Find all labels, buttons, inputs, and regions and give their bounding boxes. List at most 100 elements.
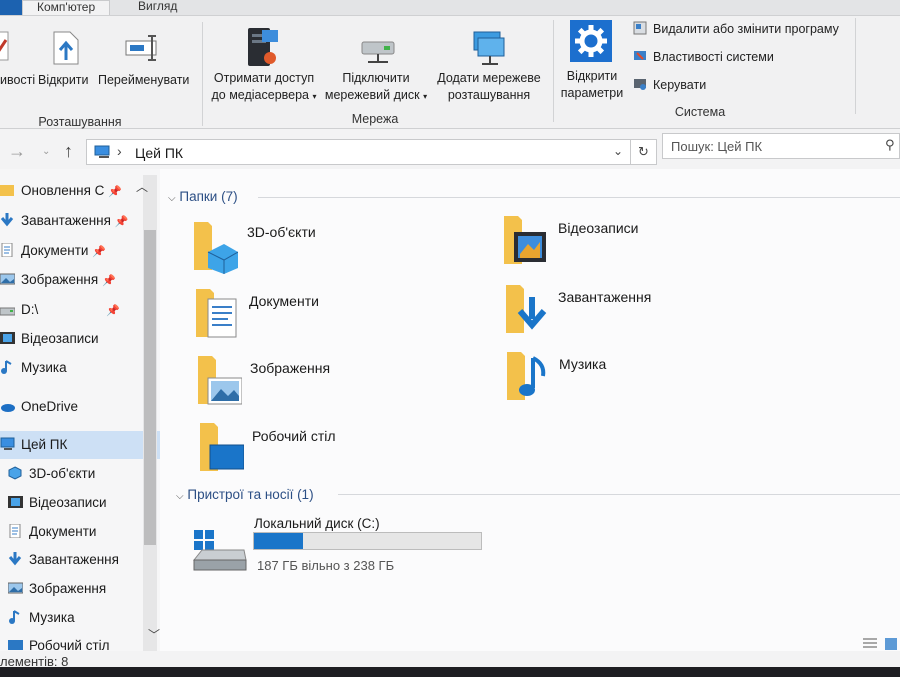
downloads-folder-icon <box>502 283 550 341</box>
ribbon-separator <box>855 18 856 114</box>
tab-computer[interactable]: Комп'ютер <box>22 0 111 16</box>
address-bar[interactable]: › Цей ПК ⌄ <box>86 139 631 165</box>
search-icon[interactable]: ⚲ <box>885 137 895 153</box>
map-drive-icon <box>360 36 400 66</box>
nav-item-downloads[interactable]: Завантаження <box>0 546 160 574</box>
folder-downloads[interactable]: Завантаження <box>502 283 802 343</box>
folder-documents[interactable]: Документи <box>192 285 492 345</box>
nav-label: Відеозаписи <box>29 495 107 510</box>
pictures-icon <box>7 577 24 594</box>
nav-item-videos[interactable]: Відеозаписи <box>0 489 160 517</box>
folders-group-header[interactable]: ⌵ Папки (7) <box>168 189 238 204</box>
documents-icon <box>8 520 23 539</box>
tab-view[interactable]: Вигляд <box>138 0 177 16</box>
pin-icon[interactable]: 📌 <box>92 246 106 258</box>
nav-item-documents-quick[interactable]: Документи 📌 <box>0 237 160 265</box>
add-network-line1: Додати мережеве <box>437 71 541 85</box>
manage-button[interactable]: Керувати <box>633 77 706 92</box>
breadcrumb-current[interactable]: Цей ПК <box>135 145 183 161</box>
folder-name: Робочий стіл <box>252 428 336 444</box>
large-icons-view-icon[interactable] <box>884 637 898 654</box>
nav-label: Музика <box>21 360 67 375</box>
open-settings-line1: Відкрити <box>566 69 618 83</box>
drive-usage-bar <box>253 532 482 550</box>
nav-item-documents[interactable]: Документи <box>0 518 160 546</box>
nav-item-this-pc[interactable]: Цей ПК <box>0 431 160 459</box>
drive-usage-fill <box>254 533 303 549</box>
nav-label: Робочий стіл <box>29 638 110 651</box>
nav-item-onedrive[interactable]: OneDrive <box>0 393 160 421</box>
properties-button[interactable]: ивості <box>0 72 35 89</box>
videos-icon <box>0 327 15 344</box>
search-input[interactable]: Пошук: Цей ПК ⚲ <box>662 133 900 159</box>
manage-label: Керувати <box>653 78 707 92</box>
collapse-chevron-icon: ⌵ <box>168 193 176 204</box>
pin-icon[interactable]: 📌 <box>102 275 116 287</box>
media-server-button[interactable]: Отримати доступ до медіасервера ▾ <box>210 70 318 105</box>
music-icon <box>0 356 15 374</box>
search-placeholder: Пошук: Цей ПК <box>671 139 763 154</box>
map-drive-line1: Підключити <box>342 71 410 85</box>
nav-item-desktop[interactable]: Робочий стіл <box>0 632 160 651</box>
add-network-location-button[interactable]: Додати мережеве розташування <box>434 70 544 104</box>
nav-label: 3D-об'єкти <box>29 466 96 481</box>
nav-item-drive-d[interactable]: D:\ 📌 <box>0 296 160 324</box>
settings-gear-icon <box>570 20 612 62</box>
desktop-icon <box>8 634 23 650</box>
nav-item-3d-objects[interactable]: 3D-об'єкти <box>0 460 160 488</box>
up-arrow-icon[interactable]: ↑ <box>64 141 73 162</box>
map-drive-button[interactable]: Підключити мережевий диск ▾ <box>320 70 432 105</box>
scroll-up-icon[interactable]: ︿ <box>136 178 148 195</box>
refresh-button[interactable]: ↻ <box>631 139 657 165</box>
address-dropdown-icon[interactable]: ⌄ <box>613 144 623 158</box>
open-settings-line2: параметри <box>560 86 624 100</box>
details-view-icon[interactable] <box>862 637 878 654</box>
system-group-label: Система <box>674 105 726 119</box>
file-tab[interactable] <box>0 0 22 16</box>
folder-videos[interactable]: Відеозаписи <box>500 214 800 274</box>
folder-3d-objects[interactable]: 3D-об'єкти <box>190 216 490 276</box>
music-folder-icon <box>503 350 551 408</box>
nav-item-music[interactable]: Музика <box>0 604 160 632</box>
nav-item-downloads-quick[interactable]: Завантаження 📌 <box>0 207 160 235</box>
nav-label: Завантаження <box>29 552 119 567</box>
folder-music[interactable]: Музика <box>503 350 803 410</box>
nav-item-music-quick[interactable]: Музика <box>0 354 160 382</box>
nav-item-pictures-quick[interactable]: Зображення 📌 <box>0 266 160 294</box>
rename-button[interactable]: Перейменувати <box>98 72 189 89</box>
pin-icon[interactable]: 📌 <box>115 216 129 228</box>
desktop-folder-icon <box>196 419 245 477</box>
recent-locations-chevron-icon[interactable]: ⌄ <box>42 146 50 157</box>
pin-icon[interactable]: 📌 <box>106 305 120 317</box>
nav-label: Відеозаписи <box>21 331 99 346</box>
uninstall-icon <box>633 21 647 35</box>
devices-header-label: Пристрої та носії (1) <box>187 487 314 502</box>
open-settings-button[interactable]: Відкрити параметри <box>556 68 628 102</box>
ribbon-tab-bar: Комп'ютер Вигляд <box>0 0 900 16</box>
nav-label: Цей ПК <box>21 437 68 452</box>
media-server-line2: до медіасервера <box>211 88 310 102</box>
scrollbar-thumb[interactable] <box>144 230 156 545</box>
pin-icon[interactable]: 📌 <box>108 186 122 198</box>
3d-objects-folder-icon <box>190 216 239 274</box>
uninstall-program-button[interactable]: Видалити або змінити програму <box>633 21 839 36</box>
manage-icon <box>633 77 647 91</box>
open-button[interactable]: Відкрити <box>38 72 89 89</box>
forward-arrow-icon[interactable]: → <box>8 141 26 162</box>
chevron-down-icon: ▾ <box>312 92 317 101</box>
nav-label: D:\ <box>21 302 39 317</box>
videos-icon <box>8 491 23 508</box>
breadcrumb-chevron-icon: › <box>117 143 122 159</box>
documents-folder-icon <box>192 285 240 343</box>
folder-desktop[interactable]: Робочий стіл <box>196 419 496 479</box>
scroll-down-icon[interactable]: ﹀ <box>148 626 160 643</box>
devices-group-header[interactable]: ⌵ Пристрої та носії (1) <box>176 487 314 502</box>
nav-item-videos-quick[interactable]: Відеозаписи <box>0 325 160 353</box>
music-icon <box>8 606 23 624</box>
chevron-down-icon: ▾ <box>423 92 428 101</box>
nav-item-pictures[interactable]: Зображення <box>0 575 160 603</box>
this-pc-icon <box>0 433 15 450</box>
folder-pictures[interactable]: Зображення <box>194 352 494 412</box>
map-drive-line2: мережевий диск <box>324 88 420 102</box>
system-properties-button[interactable]: Властивості системи <box>633 49 774 64</box>
